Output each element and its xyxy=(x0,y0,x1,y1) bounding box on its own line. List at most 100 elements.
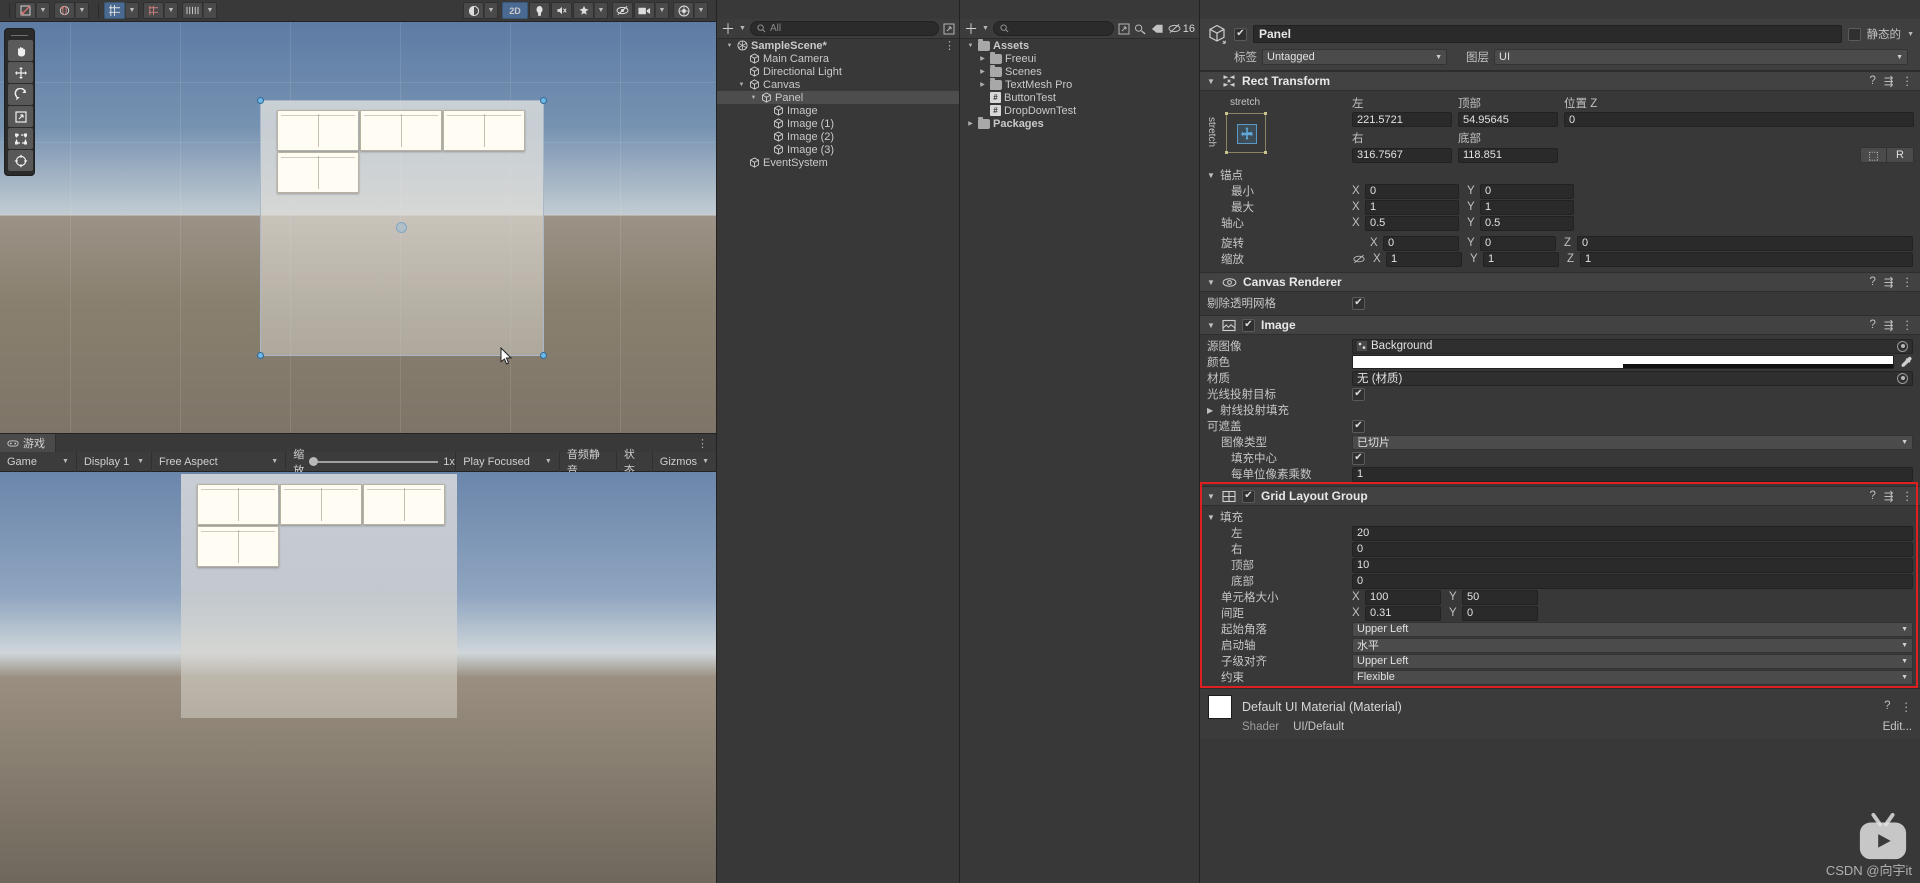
hierarchy-item-image[interactable]: Image xyxy=(717,104,959,117)
zoom-control[interactable]: 缩放 1x xyxy=(286,449,457,477)
scale-x-input[interactable]: 1 xyxy=(1386,251,1462,267)
chevron-down-icon[interactable]: ▼ xyxy=(982,25,989,32)
gameobject-name-input[interactable]: Panel xyxy=(1253,25,1842,43)
add-gameobject-button[interactable]: ＋ xyxy=(721,22,735,36)
rotation-x-input[interactable]: 0 xyxy=(1383,235,1459,251)
fill-center-checkbox[interactable] xyxy=(1352,451,1365,465)
spacing-y-input[interactable]: 0 xyxy=(1462,605,1538,621)
zoom-slider-track[interactable] xyxy=(318,460,439,463)
gizmos-group[interactable]: ▼ xyxy=(673,2,712,19)
zoom-slider[interactable] xyxy=(309,457,439,466)
raycast-target-checkbox[interactable] xyxy=(1352,387,1365,401)
source-image-field[interactable]: Background xyxy=(1352,338,1913,354)
static-checkbox[interactable] xyxy=(1847,27,1861,41)
help-icon[interactable]: ? xyxy=(1869,75,1875,87)
top-input[interactable]: 54.95645 xyxy=(1458,112,1558,127)
hierarchy-item-image-3[interactable]: Image (3) xyxy=(717,143,959,156)
gizmos-chevron-down-icon[interactable]: ▼ xyxy=(695,2,708,19)
shading-mode-icon[interactable] xyxy=(463,2,484,19)
grid-snap-icon[interactable] xyxy=(104,2,125,19)
camera-settings-icon[interactable] xyxy=(634,2,655,19)
hierarchy-item-main-camera[interactable]: Main Camera xyxy=(717,52,959,65)
grid-visibility-group[interactable]: ▼ xyxy=(143,2,182,19)
camera-settings-chevron-down-icon[interactable]: ▼ xyxy=(656,2,669,19)
pixels-per-unit-input[interactable]: 1 xyxy=(1352,466,1913,482)
hierarchy-item-eventsystem[interactable]: EventSystem xyxy=(717,156,959,169)
canvas-renderer-header[interactable]: ▼ Canvas Renderer ? ⇶ ⋮ xyxy=(1200,272,1920,292)
tree-twisty-icon[interactable]: ▼ xyxy=(966,43,975,49)
gizmos-dropdown[interactable]: Gizmos ▼ xyxy=(653,452,716,472)
constraint-dropdown[interactable]: Flexible ▼ xyxy=(1352,669,1913,685)
tools-drag-handle[interactable] xyxy=(8,32,31,39)
game-viewport[interactable] xyxy=(0,472,716,883)
grid-visibility-chevron-down-icon[interactable]: ▼ xyxy=(165,2,178,19)
preset-icon[interactable]: ⇶ xyxy=(1884,318,1894,332)
maskable-checkbox[interactable] xyxy=(1352,419,1365,433)
create-asset-button[interactable]: ＋ xyxy=(964,22,978,36)
transform-tool-button[interactable] xyxy=(8,150,33,171)
more-menu-icon[interactable]: ⋮ xyxy=(1901,700,1913,714)
tree-twisty-icon[interactable]: ▶ xyxy=(978,55,987,62)
raycast-padding-row[interactable]: ▶ 射线投射填充 xyxy=(1200,402,1920,418)
anchor-max-x-input[interactable]: 1 xyxy=(1365,199,1459,215)
grid-cell-image-2[interactable] xyxy=(443,110,525,151)
scale-z-input[interactable]: 1 xyxy=(1580,251,1913,267)
rotation-z-input[interactable]: 0 xyxy=(1577,235,1913,251)
child-alignment-dropdown[interactable]: Upper Left ▼ xyxy=(1352,653,1913,669)
canvas-renderer-foldout-icon[interactable]: ▼ xyxy=(1207,278,1216,287)
asset-filter-icon[interactable] xyxy=(1134,23,1147,35)
anchors-foldout-icon[interactable]: ▼ xyxy=(1207,171,1216,180)
visible-count-group[interactable]: 16 xyxy=(1168,23,1195,35)
padding-right-input[interactable]: 0 xyxy=(1352,541,1913,557)
project-item-dropdowntest[interactable]: # DropDownTest xyxy=(960,104,1199,117)
anchor-min-x-input[interactable]: 0 xyxy=(1365,183,1459,199)
resize-handle-top-left[interactable] xyxy=(257,97,264,104)
anchors-foldout-row[interactable]: ▼ 锚点 xyxy=(1200,167,1920,183)
object-picker-icon[interactable] xyxy=(1897,372,1908,384)
tree-twisty-icon[interactable]: ▼ xyxy=(725,43,734,49)
aspect-dropdown[interactable]: Free Aspect ▼ xyxy=(152,451,287,472)
grid-cell-image-1[interactable] xyxy=(360,110,442,151)
resize-handle-top-right[interactable] xyxy=(540,97,547,104)
constrain-proportions-icon[interactable] xyxy=(1352,254,1366,264)
padding-bottom-input[interactable]: 0 xyxy=(1352,573,1913,589)
more-menu-icon[interactable]: ⋮ xyxy=(1902,275,1914,289)
save-search-icon[interactable] xyxy=(1118,23,1130,35)
hierarchy-tree[interactable]: ▼ SampleScene* ⋮ Main Camera Directional Lig… xyxy=(717,39,959,883)
image-color-swatch[interactable] xyxy=(1352,355,1894,369)
pivot-x-input[interactable]: 0.5 xyxy=(1365,215,1459,231)
chevron-down-icon[interactable]: ▼ xyxy=(739,25,746,32)
raw-edit-button[interactable]: R xyxy=(1887,147,1914,163)
game-view-menu-icon[interactable]: ⋮ xyxy=(697,437,716,450)
padding-foldout-icon[interactable]: ▼ xyxy=(1207,513,1216,522)
rect-tool-button[interactable] xyxy=(8,128,33,149)
preset-icon[interactable]: ⇶ xyxy=(1884,489,1894,503)
image-type-dropdown[interactable]: 已切片 ▼ xyxy=(1352,434,1913,450)
posz-input[interactable]: 0 xyxy=(1564,112,1914,127)
tab-game[interactable]: 游戏 xyxy=(0,433,56,453)
pivot-mode-group[interactable]: ▼ xyxy=(15,2,54,19)
tree-twisty-icon[interactable]: ▶ xyxy=(966,120,975,127)
zoom-slider-knob[interactable] xyxy=(309,457,319,466)
scene-viewport[interactable] xyxy=(0,22,716,433)
blueprint-mode-button[interactable]: ⬚ xyxy=(1860,147,1887,163)
tree-twisty-icon[interactable]: ▼ xyxy=(749,95,758,101)
image-material-field[interactable]: 无 (材质) xyxy=(1352,370,1913,386)
image-component-header[interactable]: ▼ Image ? ⇶ ⋮ xyxy=(1200,315,1920,335)
label-filter-icon[interactable] xyxy=(1151,23,1164,35)
edit-shader-button[interactable]: Edit... xyxy=(1883,721,1912,733)
gizmos-icon[interactable] xyxy=(673,2,694,19)
pivot-handle[interactable] xyxy=(396,222,407,233)
effects-chevron-down-icon[interactable]: ▼ xyxy=(595,2,608,19)
pivot-mode-icon[interactable] xyxy=(15,2,36,19)
project-item-assets[interactable]: ▼ Assets xyxy=(960,39,1199,52)
handle-rotation-icon[interactable] xyxy=(54,2,75,19)
grid-cell-image[interactable] xyxy=(277,110,359,151)
start-corner-dropdown[interactable]: Upper Left ▼ xyxy=(1352,621,1913,637)
static-chevron-down-icon[interactable]: ▼ xyxy=(1907,31,1914,38)
help-icon[interactable]: ? xyxy=(1884,700,1890,714)
image-foldout-icon[interactable]: ▼ xyxy=(1207,321,1216,330)
stats-toggle[interactable]: 状态 xyxy=(617,449,653,477)
tree-twisty-icon[interactable]: ▶ xyxy=(978,81,987,88)
handle-rotation-chevron-down-icon[interactable]: ▼ xyxy=(76,2,89,19)
